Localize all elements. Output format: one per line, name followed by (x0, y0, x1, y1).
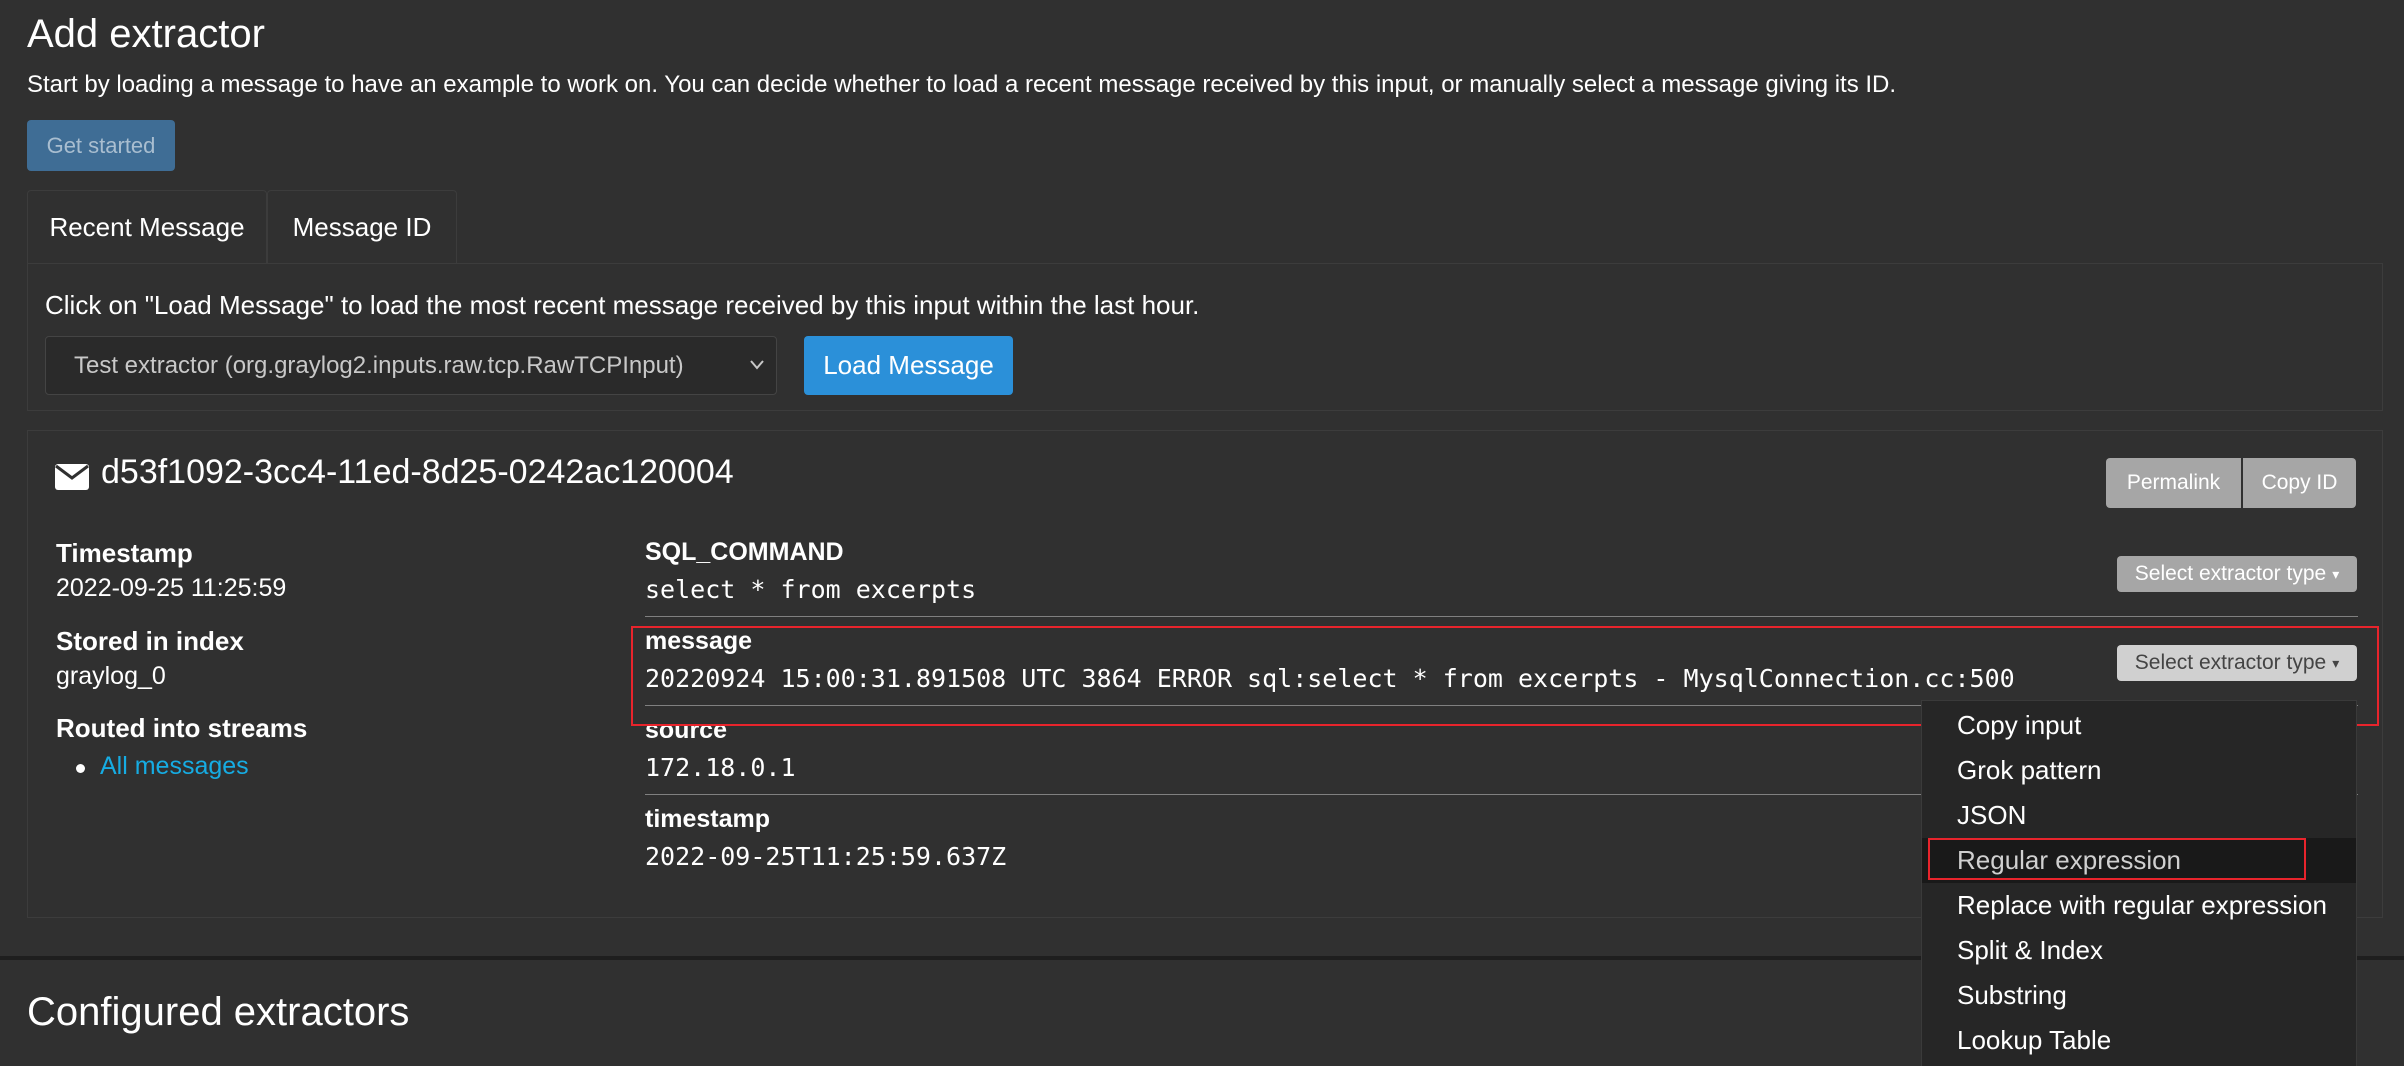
highlight-regex-item (1928, 838, 2306, 880)
timestamp-label: Timestamp (56, 538, 193, 568)
tab-recent-message[interactable]: Recent Message (27, 190, 267, 264)
field-name-sql-command: SQL_COMMAND (645, 538, 844, 566)
field-value-sql-command: select * from excerpts (645, 575, 977, 604)
recent-message-pane: Click on "Load Message" to load the most… (27, 263, 2383, 411)
routed-streams-label: Routed into streams (56, 713, 308, 743)
input-select-value: Test extractor (org.graylog2.inputs.raw.… (74, 351, 684, 379)
select-extractor-type-sql-command[interactable]: Select extractor type ▾ (2117, 556, 2357, 592)
page-description: Start by loading a message to have an ex… (27, 71, 1897, 98)
menu-item-copy-input[interactable]: Copy input (1922, 703, 2356, 748)
extractor-type-menu: Copy input Grok pattern JSON Regular exp… (1921, 700, 2357, 1066)
get-started-button[interactable]: Get started (27, 120, 175, 171)
list-bullet (76, 764, 85, 773)
stored-index-value: graylog_0 (56, 662, 166, 690)
chevron-down-icon (748, 351, 766, 385)
menu-item-json[interactable]: JSON (1922, 793, 2356, 838)
field-value-source: 172.18.0.1 (645, 753, 796, 782)
select-extractor-label: Select extractor type (2134, 562, 2327, 585)
input-select[interactable]: Test extractor (org.graylog2.inputs.raw.… (45, 336, 777, 395)
field-separator (645, 616, 2358, 617)
tab-message-id[interactable]: Message ID (267, 190, 457, 264)
menu-item-lookup-table[interactable]: Lookup Table (1922, 1018, 2356, 1063)
message-id-heading: d53f1092-3cc4-11ed-8d25-0242ac120004 (55, 453, 734, 492)
caret-down-icon: ▾ (2332, 565, 2340, 582)
load-message-button[interactable]: Load Message (804, 336, 1013, 395)
menu-item-replace-regex[interactable]: Replace with regular expression (1922, 883, 2356, 928)
load-instruction: Click on "Load Message" to load the most… (45, 290, 1200, 320)
field-name-timestamp: timestamp (645, 805, 771, 833)
copy-id-button[interactable]: Copy ID (2243, 458, 2356, 508)
configured-extractors-title: Configured extractors (27, 990, 410, 1034)
stored-index-label: Stored in index (56, 626, 244, 656)
stream-link-all-messages[interactable]: All messages (100, 752, 249, 781)
menu-item-split-index[interactable]: Split & Index (1922, 928, 2356, 973)
envelope-icon (55, 460, 89, 490)
message-id: d53f1092-3cc4-11ed-8d25-0242ac120004 (101, 453, 734, 491)
menu-item-grok-pattern[interactable]: Grok pattern (1922, 748, 2356, 793)
permalink-button[interactable]: Permalink (2106, 458, 2241, 508)
menu-item-substring[interactable]: Substring (1922, 973, 2356, 1018)
page-title: Add extractor (27, 12, 265, 56)
field-value-timestamp: 2022-09-25T11:25:59.637Z (645, 842, 1007, 871)
timestamp-value: 2022-09-25 11:25:59 (56, 574, 287, 602)
